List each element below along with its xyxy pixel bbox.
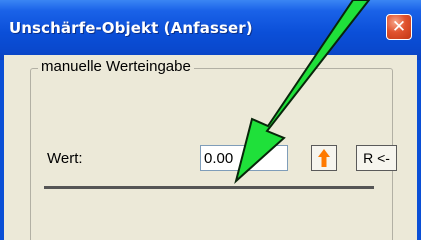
value-input[interactable]: [200, 145, 288, 171]
dialog-window: Unschärfe-Objekt (Anfasser) ✕ manuelle W…: [0, 0, 421, 240]
r-back-button[interactable]: R <-: [356, 145, 397, 171]
arrow-up-button[interactable]: [311, 145, 337, 171]
window-title: Unschärfe-Objekt (Anfasser): [9, 19, 253, 37]
close-icon: ✕: [391, 16, 407, 37]
titlebar[interactable]: Unschärfe-Objekt (Anfasser) ✕: [0, 0, 421, 60]
groupbox-legend: manuelle Werteingabe: [38, 58, 194, 75]
arrow-up-icon: [318, 149, 330, 167]
value-label: Wert:: [47, 150, 83, 167]
close-button[interactable]: ✕: [386, 14, 412, 40]
slider-track[interactable]: [44, 186, 374, 189]
